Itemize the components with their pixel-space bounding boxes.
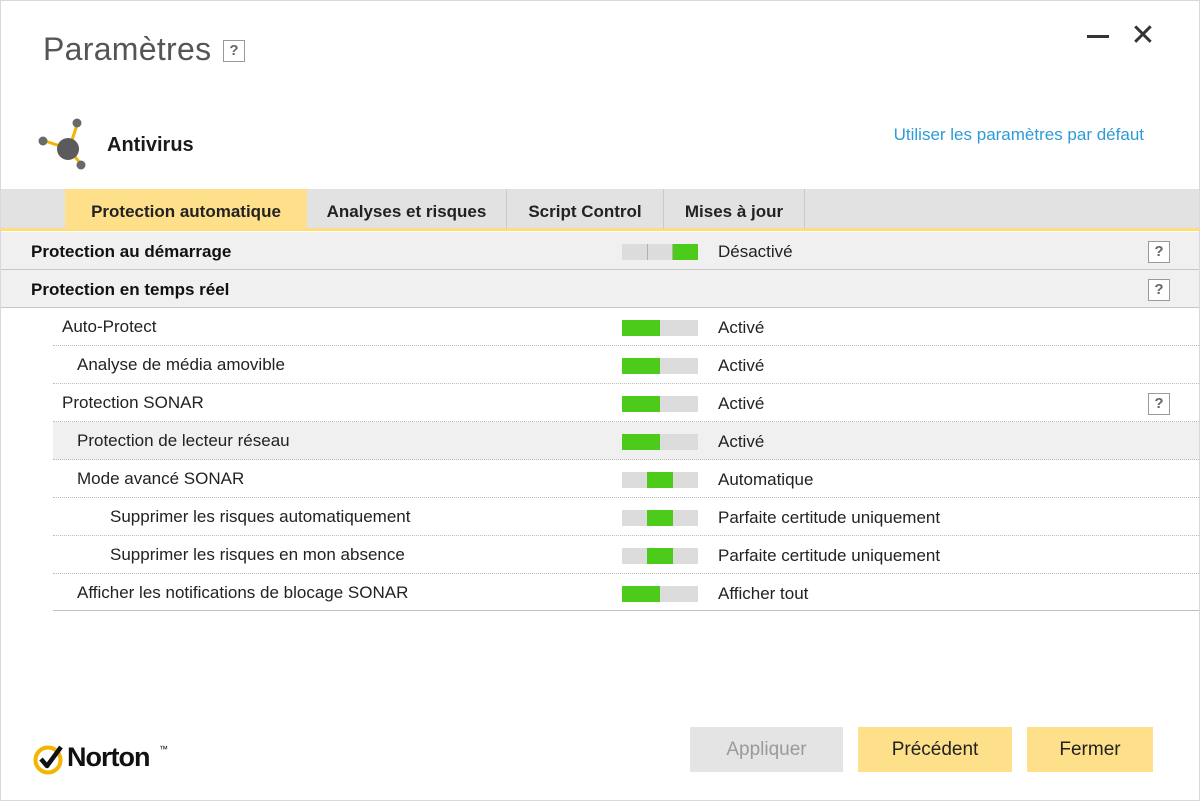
group-row-protection-en-temps-reel: Protection en temps réel ?	[1, 270, 1199, 308]
setting-label: Analyse de média amovible	[77, 355, 285, 374]
toggle-switch[interactable]	[622, 244, 698, 260]
setting-row-supprimer-risques-auto: Supprimer les risques automatiquement Pa…	[53, 498, 1199, 536]
toggle-switch[interactable]	[622, 396, 698, 412]
setting-row-supprimer-risques-absence: Supprimer les risques en mon absence Par…	[53, 536, 1199, 574]
toggle-switch[interactable]	[622, 358, 698, 374]
setting-value: Afficher tout	[718, 584, 809, 603]
tab-protection-automatique[interactable]: Protection automatique	[65, 189, 307, 229]
previous-button[interactable]: Précédent	[858, 727, 1012, 772]
norton-check-icon	[33, 745, 63, 775]
setting-row-protection-lecteur-reseau: Protection de lecteur réseau Activé	[53, 422, 1199, 460]
setting-value: Automatique	[718, 470, 814, 489]
setting-value: Activé	[718, 394, 765, 413]
setting-value: Activé	[718, 356, 765, 375]
setting-label: Protection de lecteur réseau	[77, 431, 290, 450]
toggle-switch[interactable]	[622, 434, 698, 450]
toggle-switch[interactable]	[622, 586, 698, 602]
setting-label: Afficher les notifications de blocage SO…	[77, 583, 409, 602]
toggle-switch[interactable]	[622, 510, 698, 526]
setting-row-protection-sonar: Protection SONAR Activé ?	[53, 384, 1199, 422]
group-label: Protection au démarrage	[31, 242, 232, 261]
setting-label: Supprimer les risques automatiquement	[110, 507, 411, 526]
setting-value: Désactivé	[718, 242, 793, 261]
help-icon[interactable]: ?	[1148, 241, 1170, 263]
help-icon[interactable]: ?	[1148, 279, 1170, 301]
tab-analyses-et-risques[interactable]: Analyses et risques	[307, 189, 507, 229]
group-label: Protection en temps réel	[31, 280, 230, 299]
minimize-icon[interactable]	[1087, 23, 1111, 47]
brand-name: Norton	[67, 742, 150, 772]
setting-value: Parfaite certitude uniquement	[718, 546, 941, 565]
setting-label: Auto-Protect	[62, 317, 157, 336]
apply-button[interactable]: Appliquer	[690, 727, 843, 772]
settings-window: Paramètres ? ✕ Antivirus Utiliser les pa…	[0, 0, 1200, 801]
brand-trademark: ™	[159, 744, 168, 754]
toggle-switch[interactable]	[622, 548, 698, 564]
tab-mises-a-jour[interactable]: Mises à jour	[664, 189, 805, 229]
toggle-switch[interactable]	[622, 472, 698, 488]
setting-value: Parfaite certitude uniquement	[718, 508, 941, 527]
use-default-settings-link[interactable]: Utiliser les paramètres par défaut	[894, 125, 1144, 145]
title-help-icon[interactable]: ?	[223, 40, 245, 62]
window-title: Paramètres	[43, 31, 212, 67]
setting-value: Activé	[718, 318, 765, 337]
setting-row-auto-protect: Auto-Protect Activé	[53, 308, 1199, 346]
list-bottom-divider	[53, 610, 1199, 611]
setting-row-analyse-media-amovible: Analyse de média amovible Activé	[53, 346, 1199, 384]
close-button[interactable]: Fermer	[1027, 727, 1153, 772]
help-icon[interactable]: ?	[1148, 393, 1170, 415]
tab-bar: Protection automatique Analyses et risqu…	[1, 189, 1199, 231]
tab-script-control[interactable]: Script Control	[507, 189, 664, 229]
setting-label: Supprimer les risques en mon absence	[110, 545, 405, 564]
section-title: Antivirus	[107, 134, 194, 156]
setting-label: Protection SONAR	[62, 393, 204, 412]
group-row-protection-au-demarrage: Protection au démarrage Désactivé ?	[1, 232, 1199, 270]
setting-label: Mode avancé SONAR	[77, 469, 245, 488]
setting-row-notifications-blocage-sonar: Afficher les notifications de blocage SO…	[53, 574, 1199, 612]
setting-row-mode-avance-sonar: Mode avancé SONAR Automatique	[53, 460, 1199, 498]
antivirus-icon	[38, 118, 86, 170]
close-icon[interactable]: ✕	[1129, 21, 1157, 51]
norton-logo: Norton ™	[33, 742, 173, 776]
setting-value: Activé	[718, 432, 765, 451]
toggle-switch[interactable]	[622, 320, 698, 336]
